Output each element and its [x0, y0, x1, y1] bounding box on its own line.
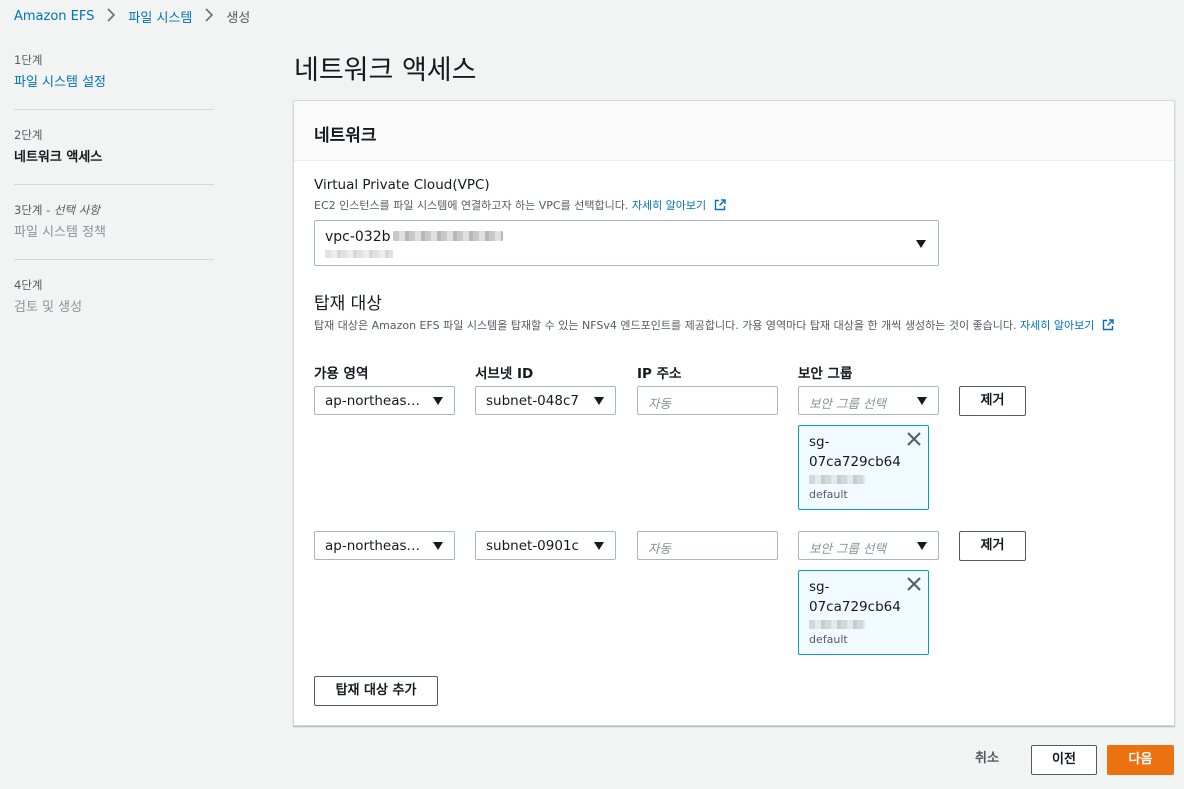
network-panel: 네트워크 Virtual Private Cloud(VPC) EC2 인스턴스… — [293, 100, 1175, 726]
breadcrumb-file-systems[interactable]: 파일 시스템 — [128, 7, 192, 26]
vpc-learn-more-link[interactable]: 자세히 알아보기 — [632, 199, 706, 212]
subnet-select[interactable]: subnet-0901c — [475, 531, 616, 560]
previous-button[interactable]: 이전 — [1031, 745, 1097, 775]
mount-targets-heading: 탑재 대상 — [314, 294, 382, 314]
step-review-and-create: 검토 및 생성 — [14, 300, 83, 315]
security-group-token: sg- 07ca729cb64 default — [798, 570, 929, 655]
vpc-value: vpc-032b — [325, 229, 503, 245]
availability-zone-select[interactable]: ap-northeast-2a — [314, 386, 455, 415]
optional-label: - 선택 사항 — [42, 203, 100, 217]
step-current-network-access: 네트워크 액세스 — [14, 150, 103, 165]
external-link-icon — [1102, 319, 1114, 334]
page-title: 네트워크 액세스 — [294, 55, 477, 86]
step-number: 1단계 — [14, 53, 43, 67]
security-group-select[interactable]: 보안 그룹 선택 — [798, 386, 939, 415]
ip-address-input[interactable]: 자동 — [637, 531, 778, 560]
step-number: 4단계 — [14, 278, 43, 292]
next-button[interactable]: 다음 — [1107, 745, 1174, 775]
breadcrumb-amazon-efs[interactable]: Amazon EFS — [14, 9, 94, 24]
caret-down-icon — [594, 542, 604, 550]
divider — [14, 109, 214, 110]
column-availability-zone: 가용 영역 — [314, 366, 369, 382]
external-link-icon — [714, 199, 726, 214]
availability-zone-select[interactable]: ap-northeast-2c — [314, 531, 455, 560]
caret-down-icon — [916, 240, 926, 248]
remove-button[interactable]: 제거 — [959, 531, 1026, 561]
chevron-right-icon — [106, 8, 116, 25]
caret-down-icon — [917, 542, 927, 550]
wizard-step-1: 1단계 파일 시스템 설정 — [14, 52, 214, 90]
column-ip-address: IP 주소 — [637, 366, 682, 382]
security-group-token: sg- 07ca729cb64 default — [798, 425, 929, 510]
wizard-step-2: 2단계 네트워크 액세스 — [14, 127, 214, 165]
vpc-select[interactable]: vpc-032b — [314, 220, 939, 266]
ip-address-input[interactable]: 자동 — [637, 386, 778, 415]
cancel-button[interactable]: 취소 — [962, 745, 1012, 775]
wizard-step-3: 3단계 - 선택 사항 파일 시스템 정책 — [14, 202, 214, 240]
panel-title: 네트워크 — [294, 101, 1174, 161]
caret-down-icon — [594, 397, 604, 405]
step-link-file-system-settings[interactable]: 파일 시스템 설정 — [14, 71, 214, 90]
step-number: 3단계 - 선택 사항 — [14, 203, 100, 217]
caret-down-icon — [917, 397, 927, 405]
caret-down-icon — [433, 542, 443, 550]
wizard-step-4: 4단계 검토 및 생성 — [14, 277, 214, 315]
divider — [14, 184, 214, 185]
vpc-name-redacted — [325, 250, 393, 258]
redacted-text — [809, 475, 865, 484]
mount-targets-description: 탑재 대상은 Amazon EFS 파일 시스템을 탑재할 수 있는 NFSv4… — [314, 317, 1114, 334]
mount-learn-more-link[interactable]: 자세히 알아보기 — [1020, 319, 1094, 332]
step-number: 2단계 — [14, 128, 43, 142]
breadcrumb: Amazon EFS 파일 시스템 생성 — [14, 7, 250, 26]
divider — [14, 259, 214, 260]
security-group-select[interactable]: 보안 그룹 선택 — [798, 531, 939, 560]
step-file-system-policy: 파일 시스템 정책 — [14, 225, 106, 240]
breadcrumb-current: 생성 — [226, 11, 251, 26]
close-icon[interactable] — [906, 431, 922, 447]
caret-down-icon — [433, 397, 443, 405]
add-mount-target-button[interactable]: 탑재 대상 추가 — [314, 676, 438, 706]
vpc-label: Virtual Private Cloud(VPC) — [314, 177, 490, 193]
redacted-text — [809, 620, 865, 629]
column-security-groups: 보안 그룹 — [798, 366, 853, 382]
vpc-description: EC2 인스턴스를 파일 시스템에 연결하고자 하는 VPC를 선택합니다. 자… — [314, 197, 726, 214]
column-subnet-id: 서브넷 ID — [475, 366, 534, 382]
chevron-right-icon — [204, 8, 214, 25]
subnet-select[interactable]: subnet-048c7 — [475, 386, 616, 415]
close-icon[interactable] — [906, 576, 922, 592]
wizard-steps: 1단계 파일 시스템 설정 2단계 네트워크 액세스 3단계 - 선택 사항 파… — [14, 52, 214, 315]
remove-button[interactable]: 제거 — [959, 386, 1026, 416]
